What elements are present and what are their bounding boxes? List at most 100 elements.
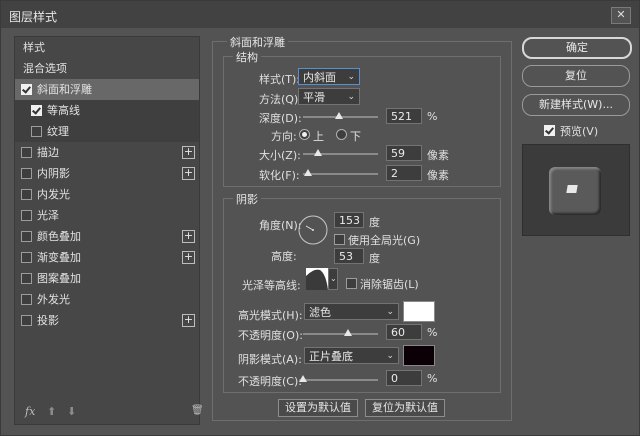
shadow-mode-select[interactable]: 正片叠底 ⌄ [304, 347, 399, 364]
method-select[interactable]: 平滑 ⌄ [298, 88, 360, 105]
direction-up-label: 上 [313, 130, 324, 143]
sidebar-item-bevel-emboss[interactable]: 斜面和浮雕 [15, 79, 199, 100]
method-label: 方法(Q): [259, 93, 302, 106]
shadow-opacity-slider[interactable] [303, 379, 378, 381]
sidebar-item-label: 斜面和浮雕 [37, 83, 92, 96]
depth-slider-thumb[interactable] [335, 112, 343, 119]
angle-input[interactable]: 153 [334, 212, 364, 228]
preview-checkbox[interactable] [544, 125, 555, 136]
inner-glow-checkbox[interactable] [21, 189, 32, 200]
size-slider-thumb[interactable] [314, 149, 322, 156]
gloss-contour-label: 光泽等高线: [242, 279, 301, 292]
soften-input[interactable]: 2 [386, 165, 422, 181]
shading-title: 阴影 [233, 191, 261, 207]
highlight-opacity-slider[interactable] [303, 333, 378, 335]
global-light-checkbox[interactable] [334, 234, 345, 245]
make-default-button[interactable]: 设置为默认值 [278, 399, 358, 417]
sidebar-item-gradient-overlay[interactable]: 渐变叠加 + [15, 247, 199, 268]
highlight-opacity-input[interactable]: 60 [386, 324, 422, 340]
pattern-overlay-checkbox[interactable] [21, 273, 32, 284]
sidebar-item-styles[interactable]: 样式 [15, 37, 199, 58]
title-bar[interactable]: 图层样式 ✕ [1, 1, 639, 28]
chevron-down-icon: ⌄ [330, 274, 337, 283]
sidebar-item-label: 内发光 [37, 188, 70, 201]
sidebar-item-label: 混合选项 [23, 62, 67, 75]
dialog-title: 图层样式 [9, 10, 58, 24]
color-overlay-checkbox[interactable] [21, 231, 32, 242]
chevron-down-icon: ⌄ [386, 351, 394, 361]
highlight-mode-value: 滤色 [309, 306, 331, 319]
shadow-color-swatch[interactable] [403, 345, 435, 366]
sidebar-item-drop-shadow[interactable]: 投影 + [15, 310, 199, 331]
bevel-checkbox[interactable] [21, 84, 32, 95]
sidebar-item-contour[interactable]: 等高线 [15, 100, 199, 121]
sidebar-item-label: 等高线 [47, 104, 80, 117]
sidebar-item-pattern-overlay[interactable]: 图案叠加 [15, 268, 199, 289]
sidebar-item-inner-glow[interactable]: 内发光 [15, 184, 199, 205]
direction-down-label: 下 [350, 130, 361, 143]
reset-default-button[interactable]: 复位为默认值 [365, 399, 445, 417]
direction-up-radio[interactable] [299, 129, 310, 140]
size-input[interactable]: 59 [386, 145, 422, 161]
style-select[interactable]: 内斜面 ⌄ [298, 68, 360, 85]
inner-shadow-checkbox[interactable] [21, 168, 32, 179]
new-style-button[interactable]: 新建样式(W)... [522, 94, 630, 116]
shadow-opacity-input[interactable]: 0 [386, 370, 422, 386]
antialias-checkbox[interactable] [346, 278, 357, 289]
add-inner-shadow-button[interactable]: + [182, 167, 195, 180]
fx-icon[interactable]: fx [25, 405, 35, 418]
sidebar-item-inner-shadow[interactable]: 内阴影 + [15, 163, 199, 184]
stroke-checkbox[interactable] [21, 147, 32, 158]
outer-glow-checkbox[interactable] [21, 294, 32, 305]
angle-dial[interactable] [297, 214, 329, 246]
sidebar-item-texture[interactable]: 纹理 [15, 121, 199, 142]
chevron-down-icon: ⌄ [347, 92, 355, 102]
depth-input[interactable]: 521 [386, 108, 422, 124]
sidebar-item-outer-glow[interactable]: 外发光 [15, 289, 199, 310]
direction-label: 方向: [271, 130, 297, 143]
soften-slider-thumb[interactable] [304, 169, 313, 176]
soften-label: 软化(F): [259, 169, 300, 182]
drop-shadow-checkbox[interactable] [21, 315, 32, 326]
move-up-icon[interactable]: ⬆ [47, 405, 56, 418]
sidebar-item-label: 图案叠加 [37, 272, 81, 285]
antialias-label: 消除锯齿(L) [360, 278, 419, 291]
soften-slider[interactable] [303, 173, 378, 175]
gradient-overlay-checkbox[interactable] [21, 252, 32, 263]
highlight-opacity-slider-thumb[interactable] [344, 329, 352, 336]
sidebar-item-satin[interactable]: 光泽 [15, 205, 199, 226]
depth-label: 深度(D): [259, 112, 302, 125]
add-stroke-button[interactable]: + [182, 146, 195, 159]
close-button[interactable]: ✕ [611, 7, 631, 24]
layer-style-dialog: 图层样式 ✕ 样式 混合选项 斜面和浮雕 等高线 纹理 描边 + 内阴影 + 内… [0, 0, 640, 436]
highlight-mode-select[interactable]: 滤色 ⌄ [304, 303, 399, 320]
angle-label: 角度(N): [259, 219, 302, 232]
shadow-opacity-label: 不透明度(C): [238, 375, 302, 388]
sidebar-item-label: 外发光 [37, 293, 70, 306]
chevron-down-icon: ⌄ [386, 307, 394, 317]
direction-down-radio[interactable] [336, 129, 347, 140]
add-drop-shadow-button[interactable]: + [182, 314, 195, 327]
contour-checkbox[interactable] [31, 105, 42, 116]
gloss-contour-preview[interactable] [306, 268, 328, 290]
sidebar-item-color-overlay[interactable]: 颜色叠加 + [15, 226, 199, 247]
add-gradient-overlay-button[interactable]: + [182, 251, 195, 264]
sidebar-item-stroke[interactable]: 描边 + [15, 142, 199, 163]
sidebar-item-label: 颜色叠加 [37, 230, 81, 243]
shadow-mode-value: 正片叠底 [309, 350, 353, 363]
sidebar-item-label: 渐变叠加 [37, 251, 81, 264]
ok-button[interactable]: 确定 [522, 37, 632, 59]
depth-unit: % [427, 110, 438, 123]
move-down-icon[interactable]: ⬇ [67, 405, 76, 418]
altitude-input[interactable]: 53 [334, 248, 364, 264]
sidebar-item-blending-options[interactable]: 混合选项 [15, 58, 199, 79]
texture-checkbox[interactable] [31, 126, 42, 137]
satin-checkbox[interactable] [21, 210, 32, 221]
add-color-overlay-button[interactable]: + [182, 230, 195, 243]
shadow-opacity-slider-thumb[interactable] [299, 375, 307, 382]
shadow-mode-label: 阴影模式(A): [238, 353, 302, 366]
reset-button[interactable]: 复位 [522, 65, 630, 87]
gloss-contour-dropdown[interactable]: ⌄ [328, 268, 338, 290]
trash-icon[interactable]: 🗑 [191, 405, 204, 416]
highlight-color-swatch[interactable] [403, 301, 435, 322]
